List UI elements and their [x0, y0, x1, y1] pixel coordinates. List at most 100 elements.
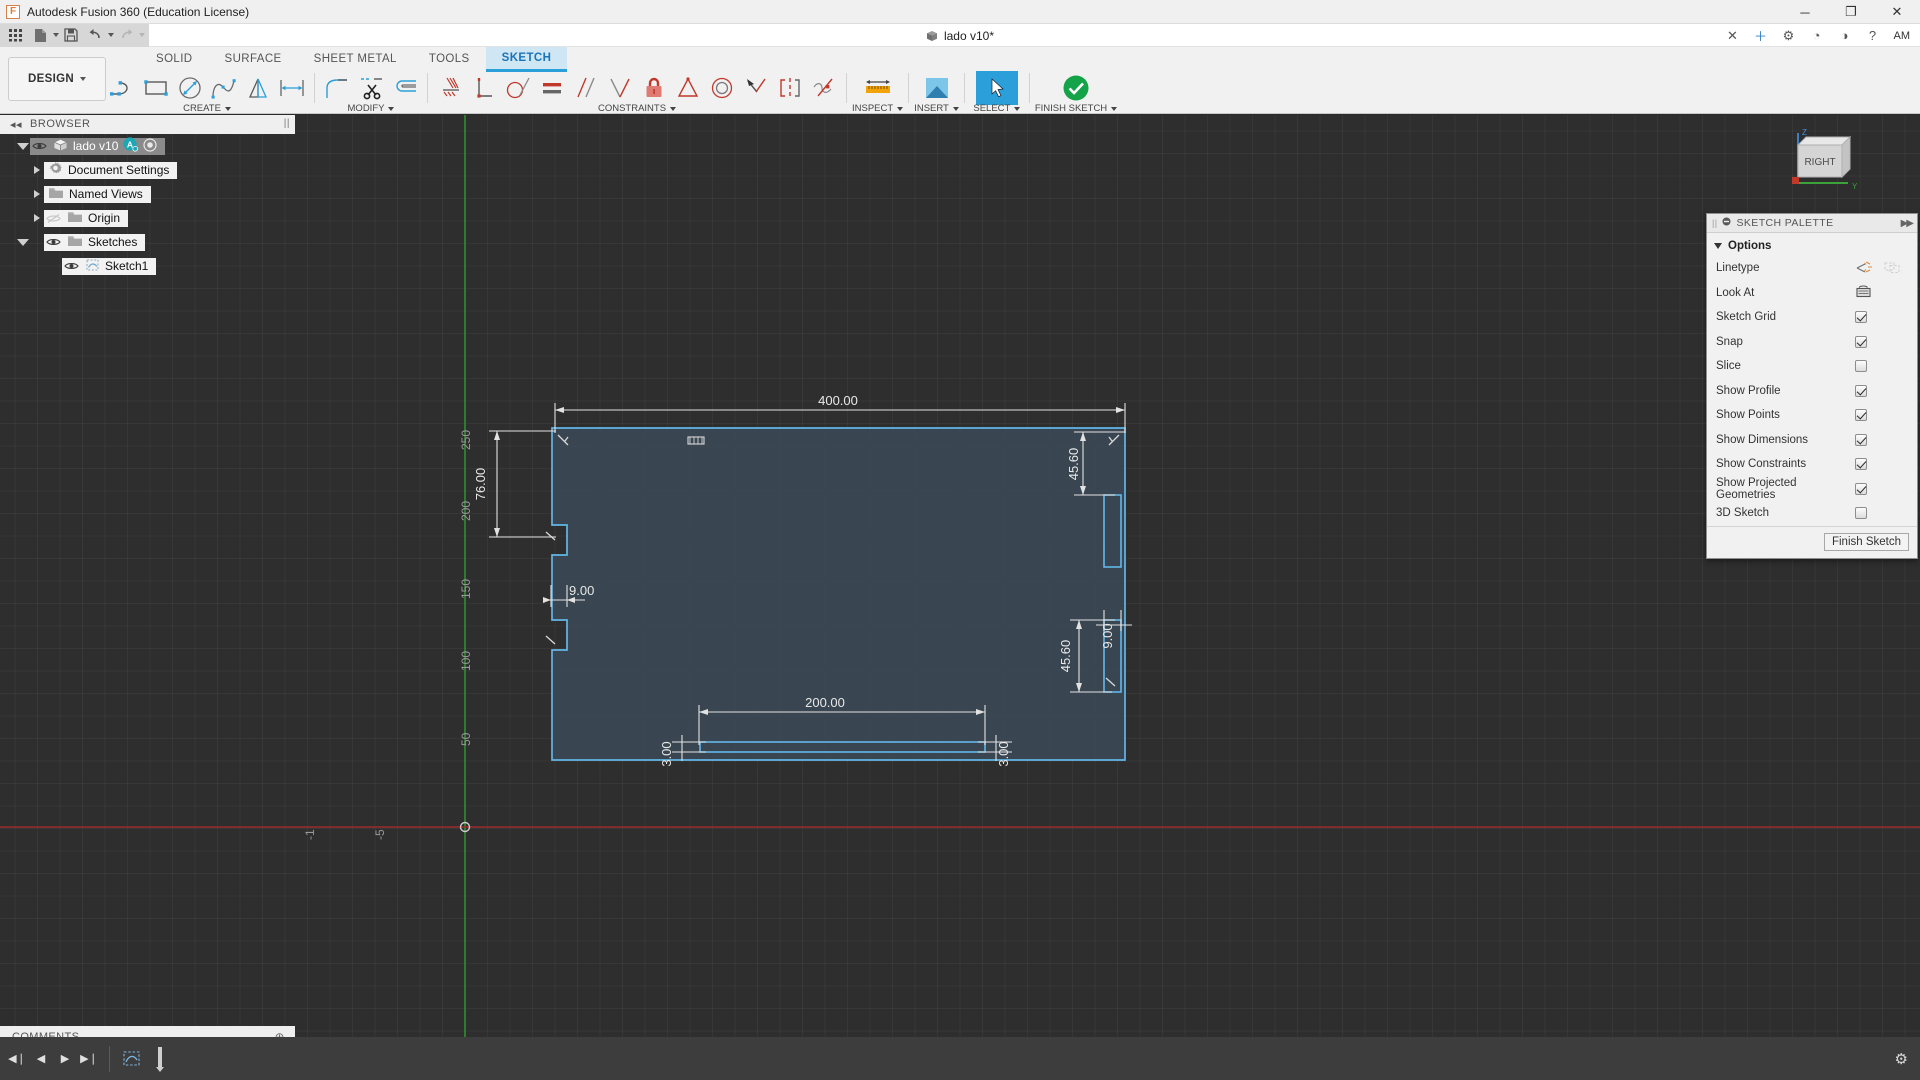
show-profile-checkbox[interactable]: [1855, 384, 1867, 397]
measure-tool[interactable]: [857, 71, 899, 105]
apps-grid-icon[interactable]: [4, 25, 28, 46]
ribbon-group-insert-label[interactable]: INSERT: [914, 103, 959, 114]
slice-checkbox[interactable]: [1855, 360, 1867, 373]
look-at-icon[interactable]: [1855, 284, 1872, 301]
help-icon[interactable]: ?: [1860, 24, 1886, 47]
chevron-right-icon[interactable]: [30, 166, 44, 174]
timeline-next-button[interactable]: ▶❘: [78, 1046, 100, 1072]
save-icon[interactable]: [59, 25, 83, 46]
avatar[interactable]: AM: [1888, 30, 1917, 42]
parallel-constraint[interactable]: [569, 71, 603, 105]
timeline-start-button[interactable]: ◀❘: [6, 1046, 28, 1072]
palette-collapse-icon[interactable]: [1722, 217, 1731, 229]
lock-constraint[interactable]: [637, 71, 671, 105]
timeline-prev-button[interactable]: ◀: [30, 1046, 52, 1072]
chevron-right-icon[interactable]: [30, 214, 44, 222]
collinear-constraint[interactable]: [603, 71, 637, 105]
rectangle-tool[interactable]: [139, 71, 173, 105]
browser-collapse-icon[interactable]: ◂◂: [10, 118, 22, 131]
line-tool[interactable]: [105, 71, 139, 105]
new-document-icon[interactable]: [28, 25, 52, 46]
midpoint-constraint[interactable]: [739, 71, 773, 105]
sidebar-item-document-settings[interactable]: Document Settings: [0, 158, 300, 182]
mirror-constraint[interactable]: [773, 71, 807, 105]
extensions-icon[interactable]: ⚙: [1776, 24, 1802, 47]
workspace-switcher[interactable]: DESIGN: [8, 57, 106, 101]
add-tab-icon[interactable]: ＋: [1748, 24, 1774, 47]
timeline-marker[interactable]: [147, 1045, 173, 1073]
sidebar-item-origin[interactable]: Origin: [0, 206, 300, 230]
ribbon-group-create-label[interactable]: CREATE: [183, 103, 231, 114]
insert-mcmaster-tool[interactable]: [916, 71, 958, 105]
trim-tool[interactable]: [354, 71, 388, 105]
select-tool[interactable]: [975, 71, 1018, 105]
tab-surface[interactable]: SURFACE: [209, 48, 298, 70]
timeline-sketch-node[interactable]: [119, 1045, 145, 1073]
symmetry-constraint[interactable]: [671, 71, 705, 105]
job-status-icon[interactable]: ◑: [1832, 24, 1858, 47]
centerline-linetype-icon[interactable]: [1883, 260, 1901, 277]
timeline-play-button[interactable]: ▶: [54, 1046, 76, 1072]
show-constraints-checkbox[interactable]: [1855, 458, 1867, 471]
ribbon-group-constraints-label[interactable]: CONSTRAINTS: [598, 103, 677, 114]
fillet-tool[interactable]: [320, 71, 354, 105]
sidebar-item-named-views[interactable]: Named Views: [0, 182, 300, 206]
offset-tool[interactable]: [388, 71, 422, 105]
tab-solid[interactable]: SOLID: [140, 48, 209, 70]
ribbon-group-modify-label[interactable]: MODIFY: [348, 103, 395, 114]
palette-finish-sketch-button[interactable]: Finish Sketch: [1823, 532, 1909, 551]
mirror-tool[interactable]: [241, 71, 275, 105]
sketch-grid-checkbox[interactable]: [1855, 311, 1867, 324]
finish-sketch-button[interactable]: FINISH SKETCH: [1035, 71, 1118, 114]
tab-tools[interactable]: TOOLS: [413, 48, 486, 70]
construction-linetype-icon[interactable]: [1855, 260, 1873, 277]
canvas[interactable]: 250 200 150 100 50 -5 -1 400.00 76.00 9.…: [0, 115, 1920, 1080]
sidebar-item-sketch1[interactable]: Sketch1: [0, 254, 300, 278]
redo-icon[interactable]: [114, 25, 138, 46]
palette-row-show-dimensions: Show Dimensions: [1707, 428, 1917, 453]
fix-constraint[interactable]: [433, 71, 467, 105]
show-points-checkbox[interactable]: [1855, 409, 1867, 422]
ribbon-group-select-label[interactable]: SELECT: [973, 103, 1021, 114]
tab-sketch[interactable]: SKETCH: [485, 46, 568, 72]
spline-tool[interactable]: [207, 71, 241, 105]
concentric-constraint[interactable]: [705, 71, 739, 105]
chevron-right-icon[interactable]: [30, 190, 44, 198]
browser-resize-handle[interactable]: ||: [284, 118, 290, 129]
visibility-eye-icon[interactable]: [44, 237, 62, 247]
maximize-button[interactable]: ❐: [1828, 0, 1874, 24]
undo-icon[interactable]: [83, 25, 107, 46]
ribbon-group-inspect-label[interactable]: INSPECT: [852, 103, 904, 114]
sidebar-item-lado-v10[interactable]: lado v10 A: [0, 134, 300, 158]
equal-constraint[interactable]: [535, 71, 569, 105]
minimize-button[interactable]: ─: [1782, 0, 1828, 24]
document-tab-close-icon[interactable]: ✕: [1720, 24, 1746, 47]
redo-caret[interactable]: [139, 33, 145, 37]
circle-tool[interactable]: [173, 71, 207, 105]
3d-sketch-checkbox[interactable]: [1855, 507, 1867, 520]
palette-expand-icon[interactable]: ▶▶: [1901, 218, 1914, 229]
chevron-down-icon[interactable]: [16, 142, 30, 150]
sidebar-item-sketches[interactable]: Sketches: [0, 230, 300, 254]
radio-icon[interactable]: [143, 137, 157, 155]
curvature-constraint[interactable]: [807, 71, 841, 105]
show-dimensions-checkbox[interactable]: [1855, 433, 1867, 446]
snap-checkbox[interactable]: [1855, 335, 1867, 348]
sketch-palette-header[interactable]: || SKETCH PALETTE ▶▶: [1707, 214, 1917, 233]
view-cube[interactable]: Z Y RIGHT: [1780, 125, 1872, 203]
palette-grip-icon[interactable]: ||: [1712, 218, 1717, 228]
notifications-icon[interactable]: ◔: [1804, 24, 1830, 47]
sketch-dimension-tool[interactable]: [275, 71, 309, 105]
timeline-settings-icon[interactable]: ⚙: [1895, 1050, 1908, 1068]
visibility-eye-icon[interactable]: [30, 141, 48, 151]
perpendicular-constraint[interactable]: [467, 71, 501, 105]
options-section-header[interactable]: Options: [1707, 233, 1917, 256]
visibility-eye-off-icon[interactable]: [44, 213, 62, 224]
show-projected-geometries-checkbox[interactable]: [1855, 482, 1867, 495]
tab-sheet-metal[interactable]: SHEET METAL: [298, 48, 413, 70]
tangent-constraint[interactable]: [501, 71, 535, 105]
visibility-eye-icon[interactable]: [62, 261, 80, 271]
chevron-down-icon[interactable]: [16, 238, 30, 246]
close-button[interactable]: ✕: [1874, 0, 1920, 24]
document-tab[interactable]: lado v10*: [926, 29, 994, 43]
